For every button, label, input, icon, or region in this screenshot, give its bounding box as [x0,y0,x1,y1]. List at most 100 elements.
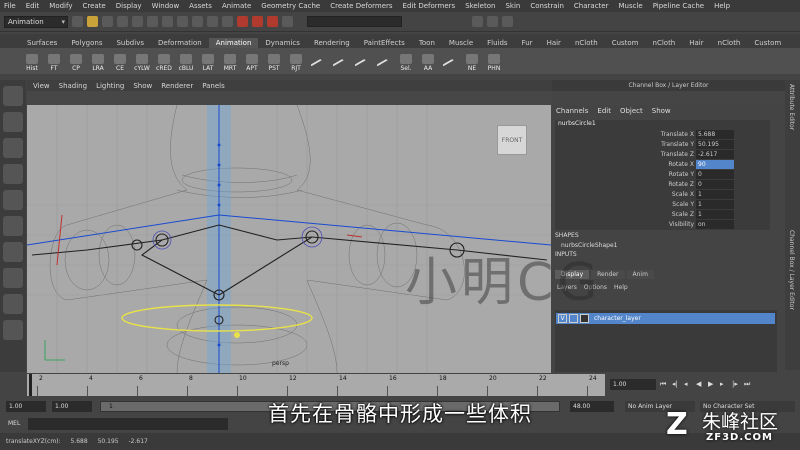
manipulator-icon[interactable] [3,242,23,262]
lasso-tool-icon[interactable] [3,112,23,132]
shelf-tool-ft[interactable]: FT [44,50,64,72]
attribute-row[interactable]: Translate X 5.688 [555,130,735,140]
shelf-tab-ncloth[interactable]: nCloth [568,38,605,48]
shelf-tab-hair[interactable]: Hair [540,38,568,48]
layout-single-icon[interactable] [3,294,23,314]
menu-item-geometry-cache[interactable]: Geometry Cache [261,2,320,10]
attribute-value[interactable]: 0 [696,170,734,179]
attribute-value[interactable]: 1 [696,190,734,199]
snap-view-icon[interactable] [222,16,233,27]
shelf-tab-toon[interactable]: Toon [412,38,442,48]
shelf-tab-custom[interactable]: Custom [747,38,788,48]
layer-template-toggle[interactable] [569,314,578,323]
shelf-tab-subdivs[interactable]: Subdivs [109,38,151,48]
go-start-icon[interactable]: ⏮ [660,380,672,389]
menu-item-pipeline-cache[interactable]: Pipeline Cache [653,2,704,10]
shelf-tool-ne[interactable]: NE [462,50,482,72]
snap-curve-icon[interactable] [192,16,203,27]
menu-item-file[interactable]: File [4,2,16,10]
attribute-row[interactable]: Rotate X 90 [555,160,735,170]
shelf-tool-sel[interactable]: Sel. [396,50,416,72]
rotate-tool-icon[interactable] [3,190,23,210]
shelf-tool-rjt[interactable]: RJT [286,50,306,72]
shelf-tab-surfaces[interactable]: Surfaces [20,38,64,48]
attribute-row[interactable]: Visibility on [555,220,735,230]
command-input[interactable] [28,418,228,430]
construction-history-icon[interactable] [282,16,293,27]
shelf-tab-muscle[interactable]: Muscle [442,38,480,48]
scale-tool-icon[interactable] [3,216,23,236]
shelf-tool-mrt[interactable]: MRT [220,50,240,72]
menu-item-edit[interactable]: Edit [26,2,40,10]
step-key-forward-icon[interactable]: ▸ [720,380,732,389]
play-back-icon[interactable]: ◀ [696,380,708,389]
select-hierarchy-icon[interactable] [117,16,128,27]
shelf-tool-joint-16[interactable] [374,50,394,74]
shelf-tab-deformation[interactable]: Deformation [151,38,209,48]
shelf-tab-dynamics[interactable]: Dynamics [258,38,307,48]
attribute-row[interactable]: Rotate Z0 [555,180,735,190]
menu-item-window[interactable]: Window [152,2,180,10]
attribute-row[interactable]: Scale Z1 [555,210,735,220]
menu-item-help[interactable]: Help [714,2,730,10]
quick-select-field[interactable] [307,16,402,27]
step-forward-icon[interactable]: |▸ [732,380,744,389]
shelf-tab-fluids[interactable]: Fluids [480,38,514,48]
save-scene-icon[interactable] [102,16,113,27]
shelf-tab-painteffects[interactable]: PaintEffects [357,38,412,48]
channel-menu-edit[interactable]: Edit [597,107,611,115]
viewport[interactable]: FRONT persp [27,105,551,373]
panel-menu-view[interactable]: View [33,82,50,90]
range-slider[interactable]: 1 [100,401,560,412]
shelf-tool-hist[interactable]: Hist [22,50,42,72]
shelf-tab-polygons[interactable]: Polygons [64,38,109,48]
menu-item-display[interactable]: Display [116,2,142,10]
panel-menu-panels[interactable]: Panels [202,82,225,90]
attribute-value[interactable]: 0 [696,180,734,189]
panel-menu-shading[interactable]: Shading [59,82,87,90]
attribute-editor-tab[interactable]: Attribute Editor [788,84,795,130]
last-tool-icon[interactable] [3,268,23,288]
panel-menu-lighting[interactable]: Lighting [96,82,124,90]
menu-item-edit-deformers[interactable]: Edit Deformers [403,2,456,10]
step-back-icon[interactable]: ◂| [672,380,684,389]
attribute-row[interactable]: Rotate Y0 [555,170,735,180]
select-tool-icon[interactable] [3,86,23,106]
shelf-tool-apt[interactable]: APT [242,50,262,72]
menu-item-modify[interactable]: Modify [49,2,72,10]
shelf-tool-lat[interactable]: LAT [198,50,218,72]
channel-menu-channels[interactable]: Channels [556,107,588,115]
shelf-tab-animation[interactable]: Animation [208,38,259,48]
panel-menu-show[interactable]: Show [133,82,152,90]
shelf-tool-lra[interactable]: LRA [88,50,108,72]
layer-color-swatch[interactable] [580,314,589,323]
menu-item-create-deformers[interactable]: Create Deformers [330,2,392,10]
playback-start-field[interactable]: 1.00 [52,401,92,412]
panel-menu-renderer[interactable]: Renderer [161,82,193,90]
attribute-value[interactable]: 90 [696,160,734,169]
shelf-tab-rendering[interactable]: Rendering [307,38,357,48]
paint-select-icon[interactable] [3,138,23,158]
layer-tab-anim[interactable]: Anim [626,270,654,279]
lock-selection-icon[interactable] [162,16,173,27]
shelf-tool-aa[interactable]: AA [418,50,438,72]
new-scene-icon[interactable] [72,16,83,27]
layout-four-icon[interactable] [3,320,23,340]
attribute-value[interactable]: on [696,220,734,229]
view-cube[interactable]: FRONT [497,125,527,155]
shelf-tool-cp[interactable]: CP [66,50,86,72]
move-tool-icon[interactable] [3,164,23,184]
time-slider[interactable]: 2 4 6 8 10 12 14 16 18 20 22 24 [27,374,605,396]
ipr-render-icon[interactable] [252,16,263,27]
shelf-tool-cylw[interactable]: cYLW [132,50,152,72]
layer-visibility-toggle[interactable]: V [558,314,567,323]
attribute-row[interactable]: Scale Y1 [555,200,735,210]
render-settings-icon[interactable] [267,16,278,27]
render-icon[interactable] [237,16,248,27]
shelf-tool-joint-14[interactable] [330,50,350,74]
shelf-tool-phn[interactable]: PHN [484,50,504,72]
layer-menu-help[interactable]: Help [614,284,628,291]
attribute-value[interactable]: 5.688 [696,130,734,139]
attribute-row[interactable]: Translate Z -2.617 [555,150,735,160]
shelf-tool-cred[interactable]: cRED [154,50,174,72]
